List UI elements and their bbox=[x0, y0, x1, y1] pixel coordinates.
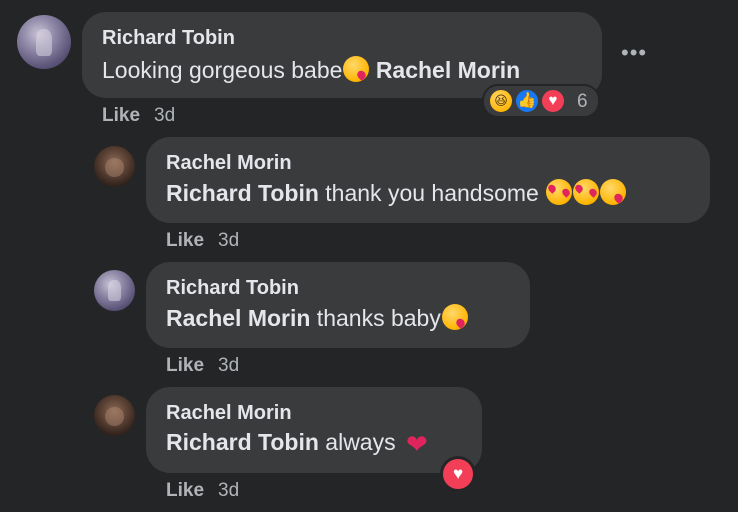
like-button[interactable]: Like bbox=[102, 105, 140, 126]
comment-text: Richard Tobin always ❤ bbox=[166, 429, 428, 457]
mention-link[interactable]: Richard Tobin bbox=[166, 429, 319, 455]
haha-icon: 😆 bbox=[488, 88, 514, 114]
smiling-face-with-hearts-emoji bbox=[546, 179, 573, 205]
comment-meta: Like 3d bbox=[166, 230, 239, 252]
like-button[interactable]: Like bbox=[166, 355, 204, 376]
love-icon: ♥ bbox=[540, 88, 566, 114]
comment-meta: Like 3d bbox=[166, 355, 239, 377]
timestamp[interactable]: 3d bbox=[218, 355, 239, 376]
comment-text: Rachel Morin thanks baby bbox=[166, 304, 468, 332]
mention-link[interactable]: Richard Tobin bbox=[166, 180, 319, 206]
face-blowing-kiss-emoji bbox=[441, 304, 468, 330]
avatar-richard-tobin[interactable] bbox=[17, 15, 71, 69]
like-icon: 👍 bbox=[514, 88, 540, 114]
face-blowing-kiss-emoji bbox=[600, 179, 627, 205]
avatar-rachel-morin[interactable] bbox=[94, 395, 135, 436]
comment-body: thank you handsome bbox=[318, 180, 546, 206]
comment-bubble: Rachel Morin Richard Tobin thank you han… bbox=[146, 137, 710, 223]
comment-text: Richard Tobin thank you handsome bbox=[166, 179, 627, 207]
avatar-rachel-morin[interactable] bbox=[94, 146, 135, 187]
comment-text: Looking gorgeous babe Rachel Morin bbox=[102, 56, 520, 84]
comment-bubble: Rachel Morin Richard Tobin always ❤ bbox=[146, 387, 482, 473]
comment-author[interactable]: Richard Tobin bbox=[102, 27, 235, 50]
like-button[interactable]: Like bbox=[166, 480, 204, 501]
love-reaction-icon[interactable]: ♥ bbox=[440, 456, 476, 492]
comment-meta: Like 3d bbox=[166, 480, 239, 502]
comment-author[interactable]: Richard Tobin bbox=[166, 277, 299, 300]
reaction-summary[interactable]: 😆 👍 ♥ 6 bbox=[482, 84, 600, 118]
comment-author[interactable]: Rachel Morin bbox=[166, 152, 292, 175]
comment-bubble: Richard Tobin Rachel Morin thanks baby bbox=[146, 262, 530, 348]
like-button[interactable]: Like bbox=[166, 230, 204, 251]
comment-body: thanks baby bbox=[310, 305, 441, 331]
comment-body: Looking gorgeous babe bbox=[102, 57, 343, 83]
red-heart-emoji: ❤ bbox=[406, 429, 428, 459]
smiling-face-with-hearts-emoji bbox=[573, 179, 600, 205]
mention-link[interactable]: Rachel Morin bbox=[376, 57, 520, 83]
timestamp[interactable]: 3d bbox=[218, 480, 239, 501]
more-options-icon[interactable]: ••• bbox=[621, 40, 647, 66]
reaction-count: 6 bbox=[577, 91, 588, 112]
timestamp[interactable]: 3d bbox=[218, 230, 239, 251]
mention-link[interactable]: Rachel Morin bbox=[166, 305, 310, 331]
avatar-richard-tobin[interactable] bbox=[94, 270, 135, 311]
comment-author[interactable]: Rachel Morin bbox=[166, 402, 292, 425]
timestamp[interactable]: 3d bbox=[154, 105, 175, 126]
comment-body: always bbox=[318, 429, 402, 455]
comment-meta: Like 3d bbox=[102, 105, 175, 127]
face-blowing-kiss-emoji bbox=[343, 56, 370, 82]
